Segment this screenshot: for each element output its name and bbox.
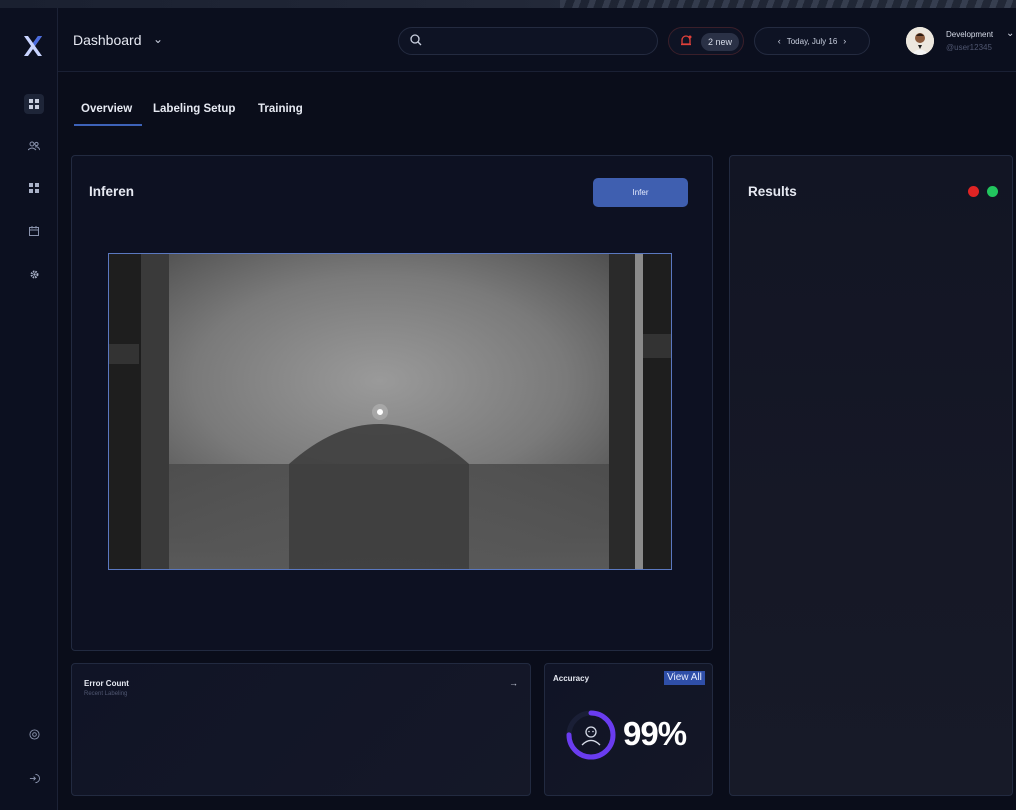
sidebar-item-logout[interactable] [24, 768, 44, 788]
chevron-right-icon[interactable]: › [837, 36, 852, 46]
accuracy-value: 99% [623, 715, 687, 752]
inference-image[interactable] [108, 253, 672, 570]
accuracy-card: Accuracy View All 99% [544, 663, 713, 796]
tab-training[interactable]: Training [258, 103, 303, 115]
search-icon [410, 34, 422, 46]
logout-icon [29, 773, 40, 783]
notifications-button[interactable]: 2 new [668, 27, 744, 55]
error-count-subtitle: Recent Labeling [84, 691, 128, 697]
calendar-icon [29, 226, 39, 236]
user-avatar-icon [906, 27, 934, 55]
sidebar [0, 8, 58, 810]
gear-icon [30, 270, 38, 278]
view-all-button[interactable]: View All [664, 671, 705, 685]
date-label: Today, July 16 [786, 37, 838, 46]
search-input[interactable] [398, 27, 658, 55]
user-name[interactable]: Development [946, 30, 993, 39]
inference-title: Inferen [89, 184, 135, 199]
results-card: Results [729, 155, 1013, 796]
tab-overview[interactable]: Overview [81, 103, 132, 115]
sidebar-item-calendar[interactable] [24, 221, 44, 241]
sidebar-item-apps[interactable] [24, 178, 44, 198]
tab-labeling-setup[interactable]: Labeling Setup [153, 103, 235, 115]
chevron-left-icon[interactable]: ‹ [772, 36, 787, 46]
bell-icon [681, 35, 692, 46]
sidebar-item-help[interactable] [24, 724, 44, 744]
users-icon [28, 141, 40, 151]
sidebar-item-settings[interactable] [24, 264, 44, 284]
page-title[interactable]: Dashboard [73, 32, 142, 48]
user-handle: @user12345 [946, 43, 992, 52]
error-count-title: Error Count [84, 679, 129, 688]
infer-button[interactable]: Infer [593, 178, 688, 207]
status-dot-green [987, 186, 998, 197]
chevron-down-icon[interactable]: ⌄ [153, 32, 163, 46]
notifications-badge: 2 new [701, 33, 740, 51]
arrow-right-icon[interactable]: → [509, 678, 518, 688]
status-dot-red [968, 186, 979, 197]
error-count-card[interactable]: Error Count Recent Labeling → [71, 663, 531, 796]
user-profile-icon [581, 726, 601, 746]
sidebar-item-dashboard[interactable] [24, 94, 44, 114]
results-title: Results [748, 184, 797, 199]
top-bar: Dashboard ⌄ 2 new ‹ Today, July 16 › Devel… [58, 8, 1016, 72]
accuracy-title: Accuracy [553, 674, 590, 683]
date-picker[interactable]: ‹ Today, July 16 › [754, 27, 870, 55]
inference-card: Inferen Infer [71, 155, 713, 651]
avatar[interactable] [906, 27, 934, 55]
chevron-down-icon[interactable]: ⌄ [1006, 28, 1014, 39]
camera-frame-image [109, 254, 671, 569]
active-tab-indicator [74, 124, 142, 126]
dashboard-icon [29, 99, 39, 109]
accuracy-ring [566, 710, 616, 760]
app-logo[interactable] [22, 34, 44, 58]
grid-icon [29, 183, 39, 193]
settings-circle-icon [28, 728, 40, 740]
sidebar-item-users[interactable] [24, 136, 44, 156]
